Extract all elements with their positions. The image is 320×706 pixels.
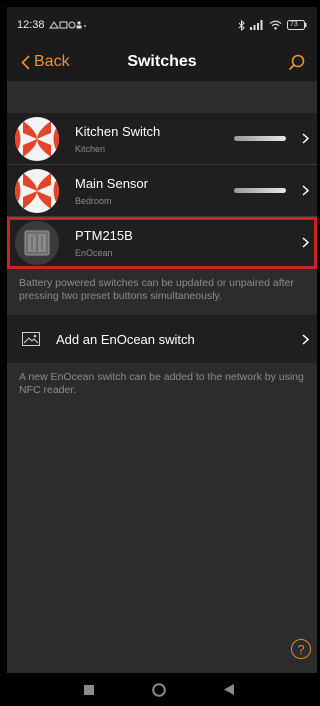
- device-info: Kitchen Switch Kitchen: [75, 124, 234, 154]
- help-button[interactable]: ?: [291, 639, 311, 659]
- device-room: Kitchen: [75, 143, 106, 154]
- device-row-kitchen-switch[interactable]: Kitchen Switch Kitchen: [7, 113, 317, 165]
- add-switch-label: Add an EnOcean switch: [56, 331, 195, 347]
- navigation-bar: Back Switches: [7, 43, 317, 81]
- back-label: Back: [34, 53, 70, 70]
- device-name: PTM215B: [75, 227, 133, 243]
- status-bar: 12:38 73: [7, 7, 317, 43]
- device-room: EnOcean: [75, 247, 113, 258]
- device-name: Kitchen Switch: [75, 123, 161, 139]
- device-name: Main Sensor: [75, 175, 148, 191]
- recent-apps-button[interactable]: [84, 684, 94, 695]
- signal-icon: [250, 20, 264, 30]
- switch-list: Kitchen Switch Kitchen Main Sensor Bedro…: [7, 113, 317, 269]
- home-button[interactable]: [152, 682, 166, 697]
- notification-icons: [48, 20, 87, 30]
- status-left: 12:38: [17, 19, 87, 31]
- device-row-main-sensor[interactable]: Main Sensor Bedroom: [7, 165, 317, 217]
- app-screen: 12:38 73 Back Switches Kitchen Switch Ki…: [7, 7, 317, 673]
- device-room: Bedroom: [75, 195, 112, 206]
- signal-strength-bar: [234, 136, 286, 141]
- image-icon: [22, 332, 40, 346]
- system-navigation-bar: [0, 673, 318, 706]
- wifi-icon: [269, 20, 282, 30]
- chevron-right-icon: [302, 333, 309, 345]
- device-row-ptm215b[interactable]: PTM215B EnOcean: [7, 217, 317, 269]
- wall-switch-icon: [15, 220, 59, 265]
- status-right: 73: [238, 19, 307, 31]
- device-info: PTM215B EnOcean: [75, 228, 302, 258]
- nfc-note: A new EnOcean switch can be added to the…: [19, 371, 304, 396]
- search-button[interactable]: [288, 54, 317, 71]
- battery-note: Battery powered switches can be updated …: [19, 277, 294, 302]
- back-nav-button[interactable]: [224, 684, 234, 695]
- add-enocean-switch-row[interactable]: Add an EnOcean switch: [7, 315, 317, 363]
- back-button[interactable]: Back: [7, 53, 70, 71]
- chevron-right-icon: [302, 237, 309, 248]
- chevron-right-icon: [302, 133, 309, 144]
- signal-strength-bar: [234, 188, 286, 193]
- search-icon: [288, 54, 305, 71]
- battery-icon: 73: [287, 20, 307, 30]
- status-time: 12:38: [17, 19, 45, 31]
- device-info: Main Sensor Bedroom: [75, 176, 234, 206]
- fan-logo-icon: [15, 168, 59, 213]
- battery-level: 73: [290, 21, 298, 28]
- chevron-left-icon: [21, 54, 30, 70]
- fan-logo-icon: [15, 116, 59, 161]
- bluetooth-icon: [238, 19, 245, 31]
- chevron-right-icon: [302, 185, 309, 196]
